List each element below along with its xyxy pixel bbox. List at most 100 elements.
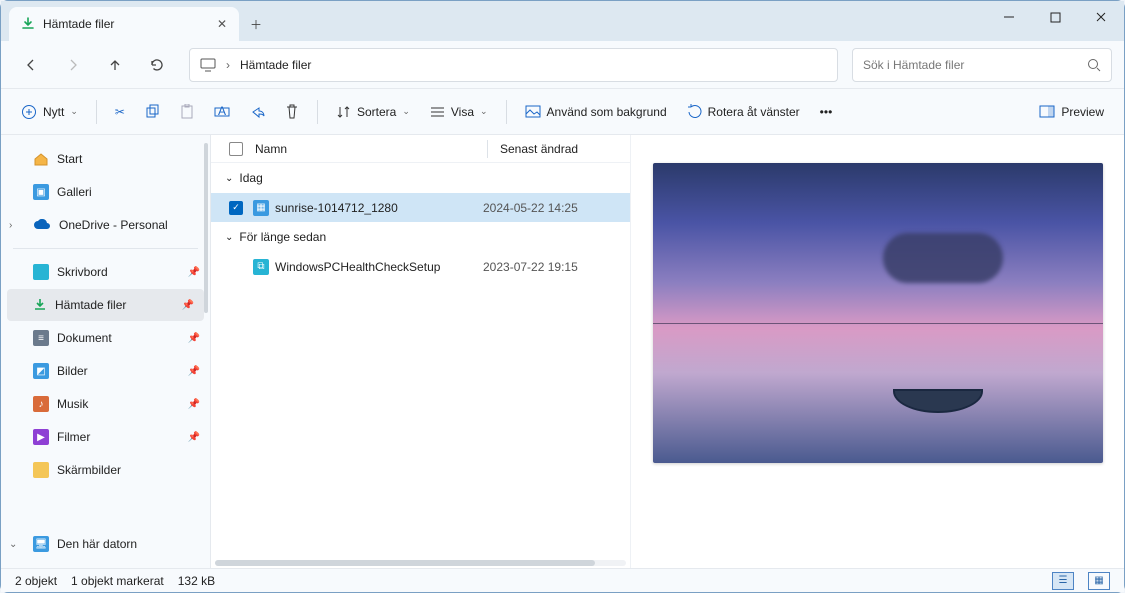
sidebar-item-this-pc[interactable]: ⌄ 🖥 Den här datorn	[1, 528, 210, 560]
sidebar-label: Den här datorn	[57, 537, 137, 551]
back-button[interactable]	[13, 49, 49, 81]
main-area: Namn Senast ändrad ⌄ Idag ✓ ▦ sunrise-10…	[211, 135, 1124, 568]
preview-label: Preview	[1061, 105, 1104, 119]
svg-text:A: A	[218, 105, 226, 118]
search-box[interactable]: Sök i Hämtade filer	[852, 48, 1112, 82]
new-tab-button[interactable]: ＋	[239, 7, 273, 41]
rotate-label: Rotera åt vänster	[708, 105, 800, 119]
pictures-icon: ◩	[33, 363, 49, 379]
file-name: WindowsPCHealthCheckSetup	[275, 260, 440, 274]
sidebar-item-desktop[interactable]: Skrivbord 📌	[1, 256, 210, 288]
sidebar-label: Start	[57, 152, 82, 166]
cut-button[interactable]: ✂	[107, 96, 133, 128]
expand-chevron-icon[interactable]: ›	[9, 220, 12, 231]
sidebar-label: Skärmbilder	[57, 463, 121, 477]
row-checkbox[interactable]: ✓	[229, 201, 243, 215]
column-name[interactable]: Namn	[255, 142, 475, 156]
pc-icon: 🖥	[33, 536, 49, 552]
sidebar-label: Filmer	[57, 430, 90, 444]
file-date: 2023-07-22 19:15	[483, 260, 578, 274]
search-icon	[1087, 58, 1101, 72]
file-row[interactable]: ✓ ▦ sunrise-1014712_1280 2024-05-22 14:2…	[211, 193, 630, 222]
view-button[interactable]: Visa ⌄	[422, 96, 496, 128]
chevron-down-icon: ⌄	[225, 173, 233, 184]
close-tab-icon[interactable]: ✕	[217, 17, 227, 31]
chevron-down-icon: ⌄	[480, 106, 488, 117]
sidebar-item-onedrive[interactable]: › OneDrive - Personal	[1, 209, 210, 241]
sidebar-item-gallery[interactable]: ▣ Galleri	[1, 176, 210, 208]
expand-chevron-icon[interactable]: ⌄	[9, 539, 17, 550]
chevron-down-icon: ⌄	[225, 232, 233, 243]
sidebar-label: Bilder	[57, 364, 88, 378]
view-label: Visa	[451, 105, 474, 119]
decorative-boat	[893, 389, 983, 413]
sort-button[interactable]: Sortera ⌄	[328, 96, 418, 128]
copy-icon	[145, 104, 160, 119]
thumbnails-view-button[interactable]: ▦	[1088, 572, 1110, 590]
window-controls	[986, 1, 1124, 33]
group-today[interactable]: ⌄ Idag	[211, 163, 630, 193]
share-button[interactable]	[242, 96, 273, 128]
rotate-left-button[interactable]: Rotera åt vänster	[679, 96, 808, 128]
decorative-cloud	[883, 233, 1003, 283]
more-button[interactable]: •••	[812, 96, 841, 128]
horizontal-scrollbar[interactable]	[215, 560, 626, 566]
sidebar-item-videos[interactable]: ▶ Filmer 📌	[1, 421, 210, 453]
gallery-icon: ▣	[33, 184, 49, 200]
refresh-button[interactable]	[139, 49, 175, 81]
cloud-icon	[33, 219, 51, 231]
sidebar-label: Galleri	[57, 185, 92, 199]
more-icon: •••	[820, 105, 833, 119]
select-all-checkbox[interactable]	[229, 142, 243, 156]
close-window-button[interactable]	[1078, 1, 1124, 33]
title-bar: Hämtade filer ✕ ＋	[1, 1, 1124, 41]
copy-button[interactable]	[137, 96, 168, 128]
browser-tab[interactable]: Hämtade filer ✕	[9, 7, 239, 41]
pin-icon: 📌	[188, 366, 200, 377]
paste-button[interactable]	[172, 96, 202, 128]
preview-toggle-button[interactable]: Preview	[1031, 96, 1112, 128]
maximize-button[interactable]	[1032, 1, 1078, 33]
sidebar-item-documents[interactable]: ≡ Dokument 📌	[1, 322, 210, 354]
pin-icon: 📌	[188, 432, 200, 443]
forward-button[interactable]	[55, 49, 91, 81]
sidebar-item-pictures[interactable]: ◩ Bilder 📌	[1, 355, 210, 387]
path-segment[interactable]: Hämtade filer	[240, 58, 311, 72]
column-separator[interactable]	[487, 140, 488, 158]
sidebar-item-screenshots[interactable]: Skärmbilder	[1, 454, 210, 486]
sidebar-label: Dokument	[57, 331, 112, 345]
delete-button[interactable]	[277, 96, 307, 128]
chevron-right-icon[interactable]: ›	[226, 58, 230, 72]
download-icon	[33, 298, 47, 312]
sort-icon	[336, 105, 351, 119]
rotate-icon	[687, 104, 702, 119]
document-icon: ≡	[33, 330, 49, 346]
image-file-icon: ▦	[253, 200, 269, 216]
minimize-button[interactable]	[986, 1, 1032, 33]
rename-button[interactable]: A	[206, 96, 238, 128]
preview-image	[653, 163, 1103, 463]
column-headers: Namn Senast ändrad	[211, 135, 630, 163]
up-button[interactable]	[97, 49, 133, 81]
sidebar-item-start[interactable]: Start	[1, 143, 210, 175]
pin-icon: 📌	[188, 399, 200, 410]
file-name-cell: ▦ sunrise-1014712_1280	[253, 200, 473, 216]
set-background-button[interactable]: Använd som bakgrund	[517, 96, 675, 128]
sidebar-divider	[13, 248, 198, 249]
details-view-button[interactable]: ☰	[1052, 572, 1074, 590]
sort-label: Sortera	[357, 105, 396, 119]
sidebar-item-downloads[interactable]: Hämtade filer 📌	[7, 289, 204, 321]
scissors-icon: ✂	[115, 105, 125, 119]
tab-title: Hämtade filer	[43, 17, 114, 31]
group-long-ago[interactable]: ⌄ För länge sedan	[211, 222, 630, 252]
group-label: Idag	[239, 171, 262, 185]
desktop-icon	[33, 264, 49, 280]
column-modified[interactable]: Senast ändrad	[500, 142, 578, 156]
new-button[interactable]: Nytt ⌄	[13, 96, 86, 128]
path-box[interactable]: › Hämtade filer	[189, 48, 838, 82]
sidebar-item-music[interactable]: ♪ Musik 📌	[1, 388, 210, 420]
monitor-icon	[200, 58, 216, 72]
pin-icon: 📌	[188, 333, 200, 344]
file-row[interactable]: ⧉ WindowsPCHealthCheckSetup 2023-07-22 1…	[211, 252, 630, 281]
trash-icon	[285, 104, 299, 119]
